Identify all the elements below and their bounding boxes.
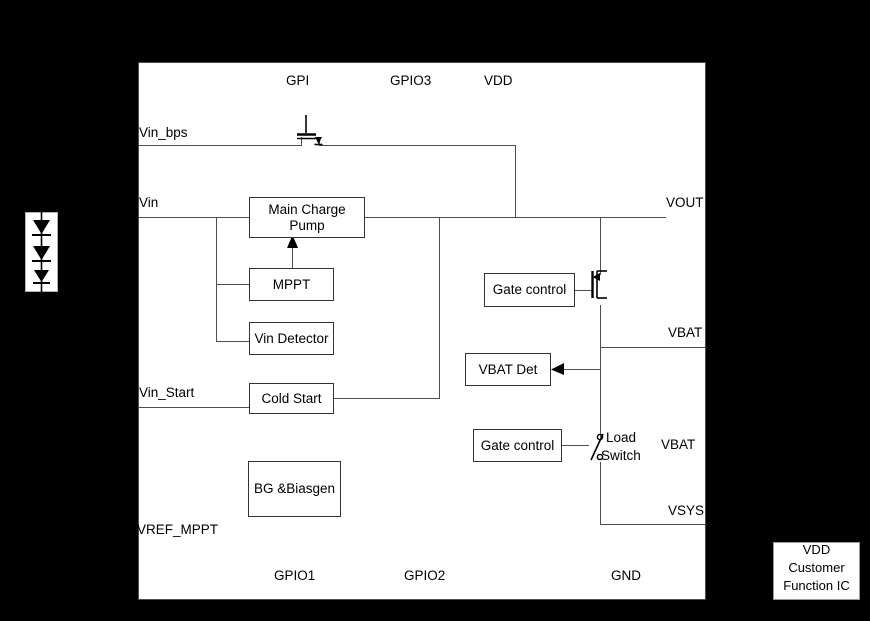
wire-vbat-down-to-load-switch <box>600 347 601 437</box>
pin-label-gpio2: GPIO2 <box>404 568 446 583</box>
pin-label-vref-mppt: VREF_MPPT <box>137 522 219 537</box>
wire-vin-bps-to-vout <box>319 145 516 146</box>
block-mppt[interactable]: MPPT <box>249 268 334 301</box>
customer-ic-vdd-label: VDD <box>802 542 831 557</box>
bypass-mosfet-icon <box>293 115 331 149</box>
diode-stack-icon <box>25 212 58 292</box>
pin-label-gpio1: GPIO1 <box>274 568 316 583</box>
wire-vin-start-rail <box>138 407 249 408</box>
block-cold-start[interactable]: Cold Start <box>249 383 334 414</box>
internal-label-vbat: VBAT <box>661 437 696 452</box>
wire-charge-pump-to-vout <box>364 217 666 218</box>
wire-gate-control-to-load-switch <box>561 445 589 446</box>
wire-vin-to-mppt <box>216 284 250 285</box>
block-vin-detector[interactable]: Vin Detector <box>249 322 334 355</box>
load-switch-label-line1: Load <box>606 430 637 445</box>
customer-function-ic-box: VDD Customer Function IC <box>773 542 860 600</box>
pin-label-gpio3: GPIO3 <box>390 73 432 88</box>
wire-cold-start-up-to-vout <box>439 217 440 399</box>
pmic-die-outline <box>138 62 706 600</box>
block-main-charge-pump[interactable]: Main Charge Pump <box>249 197 365 238</box>
charge-mosfet-icon <box>586 268 616 308</box>
wire-vbat-to-vbat-det <box>563 369 601 370</box>
pin-label-vout: VOUT <box>666 195 704 210</box>
wire-vin-rail <box>138 217 249 218</box>
wire-vout-to-mosfet-drain <box>600 217 601 275</box>
load-switch-label-line2: Switch <box>601 448 641 463</box>
wire-vin-to-vin-detector <box>216 341 250 342</box>
block-vbat-det[interactable]: VBAT Det <box>465 353 551 386</box>
arrow-left-icon <box>551 363 565 376</box>
wire-vin-bps-left <box>138 145 301 146</box>
block-gate-control-load[interactable]: Gate control <box>473 429 562 462</box>
wire-bypass-down-to-vout <box>515 145 516 218</box>
block-gate-control-charge[interactable]: Gate control <box>484 273 575 307</box>
wire-vbat-rail <box>600 347 706 348</box>
wire-vin-bus-vertical <box>216 217 217 341</box>
pin-label-vin: Vin <box>139 195 159 210</box>
customer-ic-line3: Function IC <box>783 578 850 593</box>
pin-label-vsys: VSYS <box>668 503 705 518</box>
pin-label-vin-start: Vin_Start <box>139 385 195 400</box>
customer-ic-line2: Customer <box>788 560 845 575</box>
pin-label-gnd: GND <box>611 568 641 583</box>
diagram-canvas: GPI GPIO3 VDD GPIO1 GPIO2 GND Vin_bps Vi… <box>0 0 870 621</box>
wire-mosfet-source-to-vbat <box>600 305 601 347</box>
pin-label-vin-bps: Vin_bps <box>139 125 188 140</box>
wire-vsys-rail <box>600 524 706 525</box>
pin-label-gpi: GPI <box>286 73 310 88</box>
block-bg-biasgen[interactable]: BG &Biasgen <box>248 461 341 517</box>
wire-load-switch-to-vsys <box>600 462 601 525</box>
pin-label-vbat: VBAT <box>668 325 703 340</box>
pv-cell-stack <box>25 212 58 292</box>
pin-label-vdd: VDD <box>484 73 513 88</box>
wire-cold-start-out <box>334 398 440 399</box>
wire-mppt-to-charge-pump <box>292 246 293 269</box>
